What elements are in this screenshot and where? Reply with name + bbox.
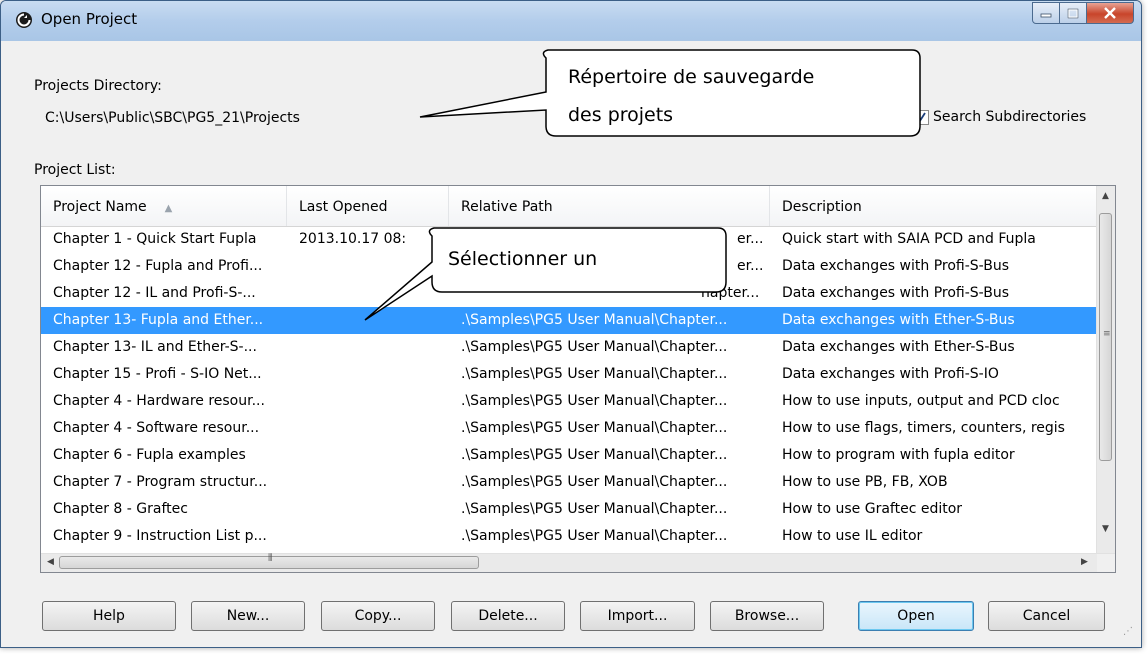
callout-select-bubble xyxy=(364,227,727,321)
callout-directory-line2: des projets xyxy=(568,104,674,126)
callout-shapes xyxy=(364,49,921,321)
callout-select-text: Sélectionner un xyxy=(448,248,598,270)
callout-directory-line1: Répertoire de sauvegarde xyxy=(568,66,815,88)
